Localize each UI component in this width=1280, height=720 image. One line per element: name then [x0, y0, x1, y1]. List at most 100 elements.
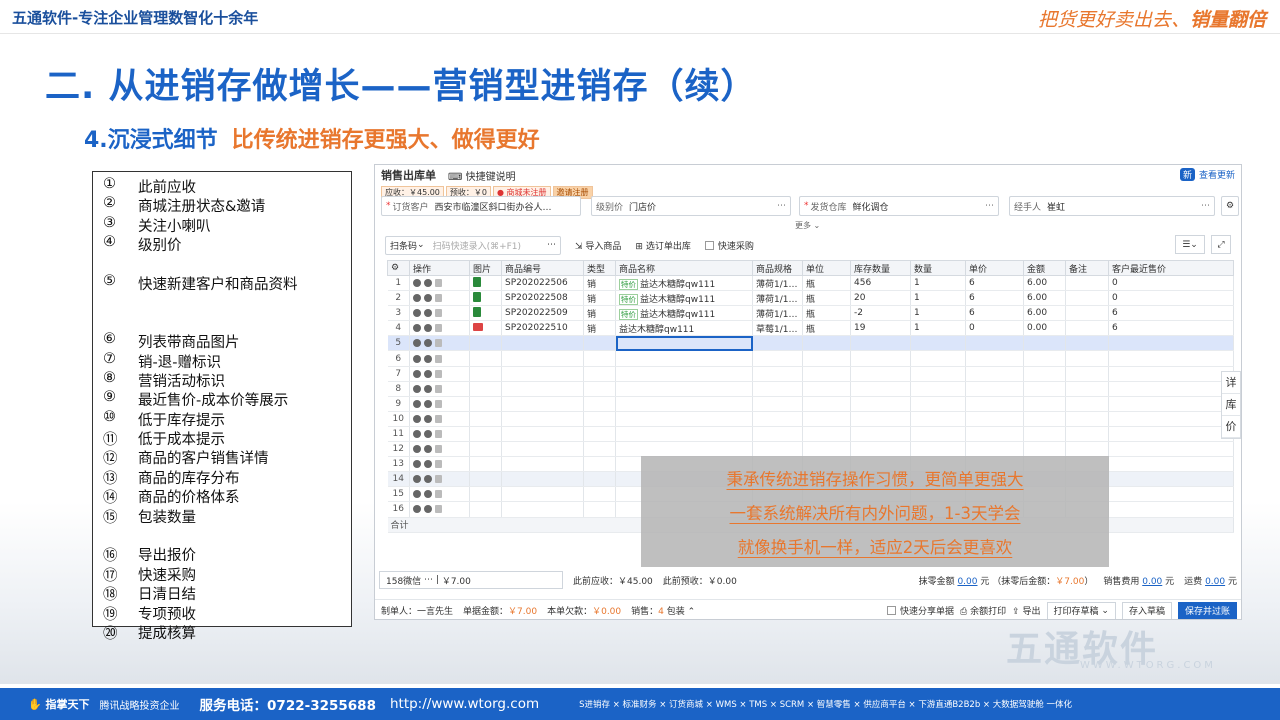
empty-cell[interactable] [1108, 381, 1234, 397]
column-header[interactable]: 图片 [469, 260, 502, 276]
product-code[interactable]: SP202022509 [501, 305, 584, 322]
remove-row-icon[interactable] [413, 475, 421, 484]
price-input[interactable]: 6 [965, 290, 1024, 307]
empty-cell[interactable] [752, 366, 803, 382]
remark-cell[interactable] [1065, 320, 1109, 337]
empty-cell[interactable] [1108, 426, 1234, 443]
rounding-value[interactable]: 0.00 [957, 577, 977, 587]
empty-cell[interactable] [1065, 396, 1109, 412]
empty-cell[interactable] [615, 381, 753, 397]
more-dots-icon[interactable]: ⋯ [547, 240, 556, 250]
empty-cell[interactable] [583, 411, 616, 427]
copy-row-icon[interactable] [435, 460, 442, 469]
column-header[interactable]: 客户最近售价 [1108, 260, 1234, 276]
sales-cost[interactable]: 销售费用 0.00 元 [1103, 574, 1174, 587]
column-header[interactable]: 商品编号 [501, 260, 584, 276]
empty-cell[interactable] [501, 426, 584, 443]
empty-cell[interactable] [469, 381, 502, 397]
remark-cell[interactable] [1065, 290, 1109, 307]
empty-cell[interactable] [1065, 366, 1109, 382]
empty-cell[interactable] [910, 381, 966, 397]
product-unit[interactable]: 瓶 [802, 305, 851, 322]
add-row-icon[interactable] [424, 505, 432, 514]
empty-cell[interactable] [752, 350, 803, 367]
empty-cell[interactable] [501, 350, 584, 367]
empty-cell[interactable] [615, 366, 753, 382]
empty-cell[interactable] [583, 426, 616, 443]
table-row[interactable]: 11 [387, 426, 1234, 443]
add-row-icon[interactable] [424, 339, 432, 348]
empty-cell[interactable] [583, 335, 616, 352]
row-actions[interactable] [409, 486, 470, 503]
empty-cell[interactable] [850, 366, 911, 382]
empty-cell[interactable] [802, 411, 851, 427]
table-row[interactable]: 5 [387, 335, 1234, 352]
empty-cell[interactable] [1108, 471, 1234, 488]
table-row[interactable]: 3 SP202022509 销特价 益达木糖醇qw111 薄荷1/1… 瓶 -2 1 6 6.00… [387, 305, 1234, 322]
empty-cell[interactable] [469, 396, 502, 412]
copy-row-icon[interactable] [435, 324, 442, 333]
settings-gear-icon[interactable]: ⚙ [1221, 196, 1239, 216]
shortcut-help-link[interactable]: ⌨ 快捷键说明 [448, 168, 516, 183]
qty-input[interactable]: 1 [910, 290, 966, 307]
empty-cell[interactable] [802, 350, 851, 367]
empty-cell[interactable] [501, 441, 584, 458]
row-actions[interactable] [409, 456, 470, 473]
product-name[interactable]: 特价 益达木糖醇qw111 [615, 305, 753, 322]
empty-cell[interactable] [1108, 441, 1234, 458]
empty-cell[interactable] [1023, 426, 1066, 443]
select-order-button[interactable]: ⊞ 选订单出库 [635, 239, 690, 252]
row-actions[interactable] [409, 335, 470, 352]
empty-cell[interactable] [1023, 411, 1066, 427]
empty-cell[interactable] [469, 335, 502, 352]
empty-cell[interactable] [752, 381, 803, 397]
empty-cell[interactable] [501, 456, 584, 473]
remove-row-icon[interactable] [413, 369, 421, 378]
copy-row-icon[interactable] [435, 279, 442, 288]
add-row-icon[interactable] [424, 414, 432, 423]
empty-cell[interactable] [583, 486, 616, 503]
remark-cell[interactable] [1065, 275, 1109, 292]
remove-row-icon[interactable] [413, 460, 421, 469]
amount-cell[interactable]: 6.00 [1023, 290, 1066, 307]
freight[interactable]: 运费 0.00 元 [1184, 574, 1237, 587]
empty-cell[interactable] [583, 366, 616, 382]
table-row[interactable]: 2 SP202022508 销特价 益达木糖醇qw111 薄荷1/1… 瓶 20 1 6 6.00… [387, 290, 1234, 307]
empty-cell[interactable] [583, 381, 616, 397]
column-header[interactable]: 金额 [1023, 260, 1066, 276]
empty-cell[interactable] [469, 426, 502, 443]
more-dots-icon[interactable]: ⋯ [777, 201, 786, 211]
empty-cell[interactable] [615, 441, 753, 458]
row-actions[interactable] [409, 290, 470, 307]
empty-cell[interactable] [752, 335, 803, 352]
product-thumbnail[interactable] [473, 291, 481, 302]
remove-row-icon[interactable] [413, 505, 421, 514]
product-unit[interactable]: 瓶 [802, 320, 851, 337]
empty-cell[interactable] [965, 396, 1024, 412]
column-header[interactable]: 库存数量 [850, 260, 911, 276]
row-actions[interactable] [409, 320, 470, 337]
empty-cell[interactable] [469, 501, 502, 518]
table-row[interactable]: 1 SP202022506 销特价 益达木糖醇qw111 薄荷1/1… 瓶 456 1 6 6.0… [387, 275, 1234, 292]
add-row-icon[interactable] [424, 445, 432, 454]
remove-row-icon[interactable] [413, 399, 421, 408]
table-row[interactable]: 6 [387, 350, 1234, 367]
side-tab[interactable]: 价 [1222, 416, 1240, 438]
copy-row-icon[interactable] [435, 475, 442, 484]
empty-cell[interactable] [1108, 366, 1234, 382]
empty-cell[interactable] [910, 396, 966, 412]
empty-cell[interactable] [1108, 411, 1234, 427]
price-input[interactable]: 6 [965, 275, 1024, 292]
row-actions[interactable] [409, 426, 470, 443]
empty-cell[interactable] [1023, 381, 1066, 397]
empty-cell[interactable] [1108, 501, 1234, 518]
more-toggle[interactable]: 更多 ⌄ [795, 220, 820, 231]
remove-row-icon[interactable] [413, 339, 421, 348]
empty-cell[interactable] [965, 335, 1024, 352]
empty-cell[interactable] [1023, 366, 1066, 382]
empty-cell[interactable] [965, 350, 1024, 367]
product-name[interactable]: 特价 益达木糖醇qw111 [615, 290, 753, 307]
remove-row-icon[interactable] [413, 414, 421, 423]
empty-cell[interactable] [1108, 335, 1234, 352]
empty-cell[interactable] [469, 350, 502, 367]
